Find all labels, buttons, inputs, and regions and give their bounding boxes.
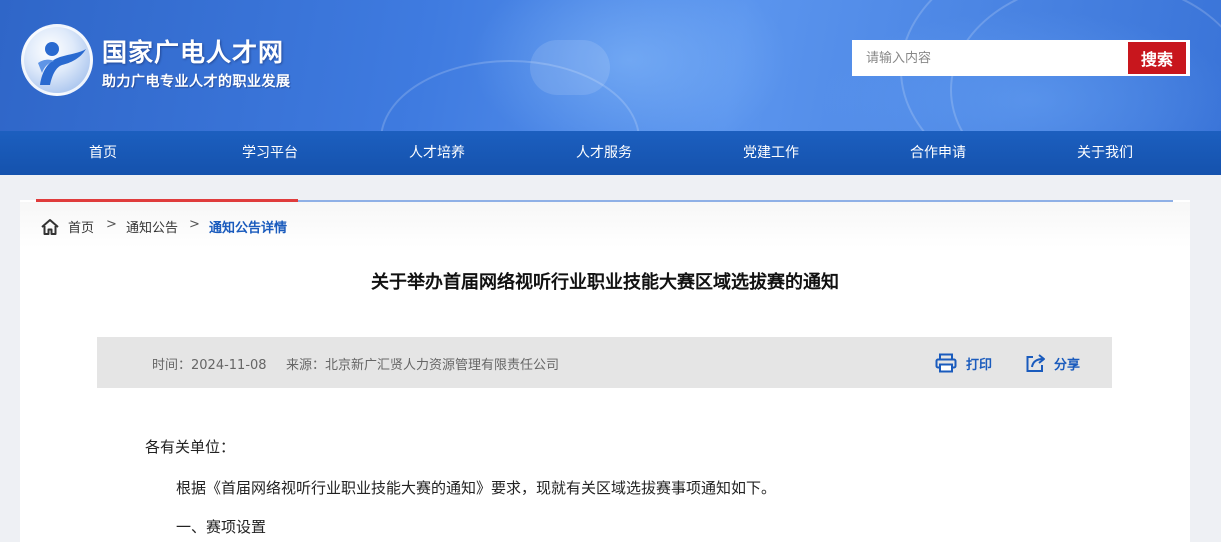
site-title[interactable]: 国家广电人才网: [102, 33, 284, 69]
site-logo-figure-icon: [38, 42, 86, 85]
panel-accent-line: [36, 199, 298, 202]
nav-item-learning[interactable]: 学习平台: [200, 131, 340, 175]
breadcrumb-current: 通知公告详情: [209, 221, 288, 236]
breadcrumb-separator: >: [106, 217, 117, 232]
site-logo-icon[interactable]: [21, 24, 93, 96]
article-section-heading: 一、赛项设置: [176, 518, 267, 536]
search-input[interactable]: [854, 42, 1126, 74]
nav-item-party[interactable]: 党建工作: [701, 131, 841, 175]
site-slogan: 助力广电专业人才的职业发展: [102, 74, 291, 90]
nav-item-training[interactable]: 人才培养: [367, 131, 507, 175]
article-title: 关于举办首届网络视听行业职业技能大赛区域选拔赛的通知: [371, 272, 839, 293]
search-button[interactable]: 搜索: [1128, 42, 1186, 74]
share-button[interactable]: 分享: [1054, 354, 1080, 373]
nav-item-services[interactable]: 人才服务: [534, 131, 674, 175]
nav-item-about[interactable]: 关于我们: [1035, 131, 1175, 175]
print-icon[interactable]: [935, 353, 957, 377]
nav-item-cooperation[interactable]: 合作申请: [868, 131, 1008, 175]
breadcrumb-separator: >: [189, 217, 200, 232]
panel-divider-line: [298, 200, 1173, 202]
breadcrumb-home[interactable]: 首页: [68, 217, 94, 236]
share-icon[interactable]: [1025, 353, 1047, 377]
article-paragraph: 根据《首届网络视听行业职业技能大赛的通知》要求，现就有关区域选拔赛事项通知如下。: [176, 479, 777, 497]
article-source: 来源：北京新广汇贤人力资源管理有限责任公司: [286, 358, 560, 373]
print-button[interactable]: 打印: [966, 354, 992, 373]
breadcrumb-notices[interactable]: 通知公告: [126, 217, 178, 236]
main-nav: 首页 学习平台 人才培养 人才服务 党建工作 合作申请 关于我们: [0, 131, 1221, 175]
article-time: 时间：2024-11-08: [152, 358, 267, 373]
article-salutation: 各有关单位：: [145, 438, 236, 456]
home-icon[interactable]: [40, 217, 60, 241]
nav-item-home[interactable]: 首页: [33, 131, 173, 175]
search-box: 搜索: [852, 40, 1190, 76]
